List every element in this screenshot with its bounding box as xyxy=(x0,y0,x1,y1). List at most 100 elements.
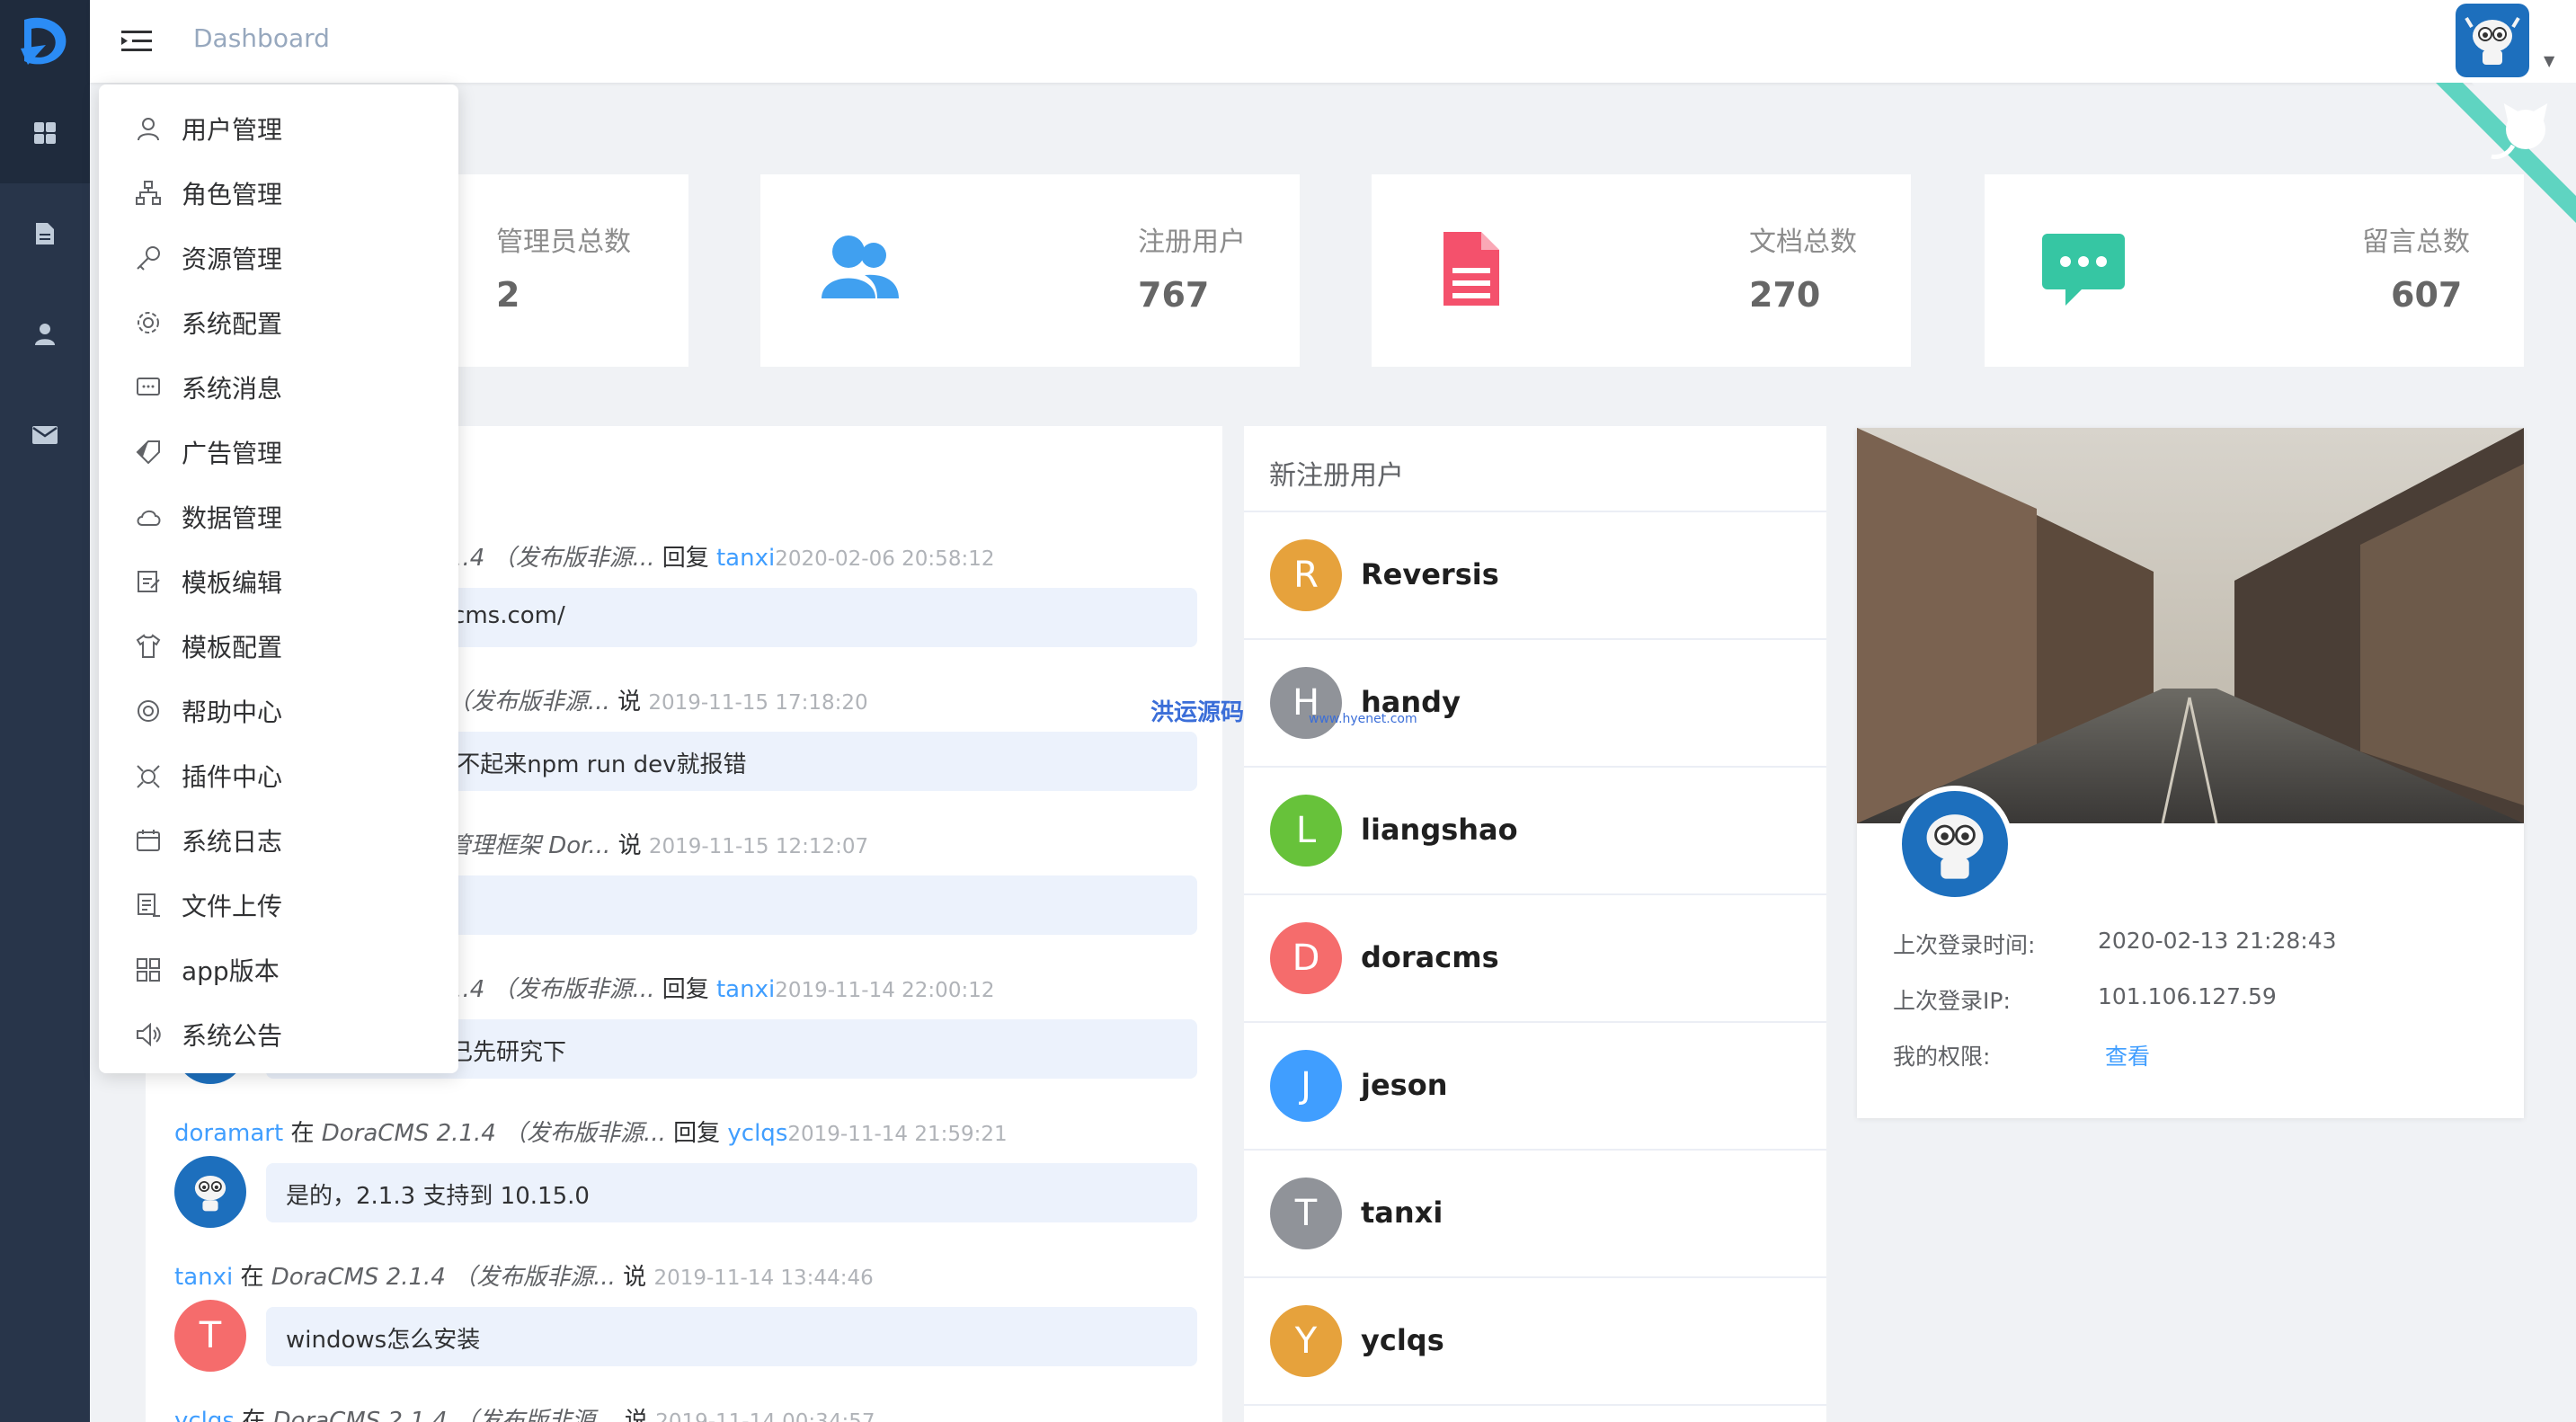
sidebar-item-documents[interactable] xyxy=(0,183,90,284)
user-icon xyxy=(135,115,162,142)
breadcrumb[interactable]: Dashboard xyxy=(193,23,330,53)
user-row[interactable]: Ttanxi xyxy=(1244,1151,1826,1278)
sidebar-item-dashboard[interactable] xyxy=(0,83,90,183)
message-author[interactable]: doramart xyxy=(174,1120,283,1147)
message-action: 说 xyxy=(617,689,642,715)
user-avatar: Y xyxy=(1270,1305,1342,1377)
user-row[interactable]: Jjeson xyxy=(1244,1023,1826,1151)
menu-item[interactable]: 帮助中心 xyxy=(99,679,458,743)
message-title[interactable]: DoraCMS 2.1.4 （发布版非源... xyxy=(271,1264,616,1291)
menu-item[interactable]: 用户管理 xyxy=(99,96,458,161)
document-icon xyxy=(36,223,54,244)
menu-item[interactable]: 数据管理 xyxy=(99,484,458,549)
menu-toggle-button[interactable] xyxy=(117,22,156,61)
message-action: 说 xyxy=(624,1408,648,1422)
message-meta: doramart 在 DoraCMS 2.1.4 （发布版非源... 回复 yc… xyxy=(174,1115,1199,1148)
menu-item[interactable]: 系统配置 xyxy=(99,290,458,355)
app-logo[interactable] xyxy=(0,0,90,83)
sidebar-item-messages[interactable] xyxy=(0,385,90,485)
menu-item-label: 广告管理 xyxy=(182,439,283,468)
menu-fold-icon xyxy=(121,31,152,51)
menu-item[interactable]: 系统公告 xyxy=(99,1002,458,1067)
document-icon xyxy=(1443,232,1499,306)
message-time: 2019-11-14 21:59:21 xyxy=(787,1123,1008,1146)
message-title[interactable]: 管理框架 Dor... xyxy=(448,832,610,859)
message-time: 2019-11-15 12:12:07 xyxy=(648,835,869,858)
user-row[interactable]: Lliangshao xyxy=(1244,768,1826,895)
user-avatar: D xyxy=(1270,922,1342,994)
logo-icon xyxy=(21,17,67,65)
watermark: 洪运源码 xyxy=(1150,699,1245,726)
view-permission-link[interactable]: 查看 xyxy=(2105,1039,2150,1071)
top-header: Dashboard ▼ xyxy=(90,0,2576,83)
menu-item-label: app版本 xyxy=(182,956,280,986)
stat-value: 270 xyxy=(1749,275,1821,315)
user-name[interactable]: tanxi xyxy=(1361,1195,1443,1230)
stat-value: 767 xyxy=(1138,275,1210,315)
user-name[interactable]: liangshao xyxy=(1361,813,1518,847)
menu-item[interactable]: 广告管理 xyxy=(99,420,458,484)
user-row[interactable]: Hhandy xyxy=(1244,640,1826,768)
user-name[interactable]: yclqs xyxy=(1361,1323,1444,1357)
message-title[interactable]: 1.4 （发布版非源... xyxy=(448,545,654,572)
message-icon xyxy=(135,374,162,401)
watermark-sub: www.hyenet.com xyxy=(1309,712,1417,726)
message-target[interactable]: tanxi xyxy=(716,545,775,572)
menu-item[interactable]: 模板编辑 xyxy=(99,549,458,614)
user-row[interactable]: Yyclqs xyxy=(1244,1278,1826,1406)
message-target[interactable]: yclqs xyxy=(727,1120,787,1147)
message-bubble: windows怎么安装 xyxy=(266,1307,1197,1366)
stat-title: 留言总数 xyxy=(2362,227,2470,258)
calendar-icon xyxy=(135,827,162,854)
message-author[interactable]: tanxi xyxy=(174,1264,233,1291)
message-title[interactable]: DoraCMS 2.1.4 （发布版非源... xyxy=(273,1408,617,1422)
message-item: tanxi 在 DoraCMS 2.1.4 （发布版非源... 说 2019-1… xyxy=(174,1258,1199,1372)
menu-item[interactable]: 角色管理 xyxy=(99,161,458,226)
user-avatar: T xyxy=(1270,1178,1342,1249)
message-title[interactable]: DoraCMS 2.1.4 （发布版非源... xyxy=(322,1120,666,1147)
last-login-ip-label: 上次登录IP: xyxy=(1893,988,2011,1014)
menu-item[interactable]: app版本 xyxy=(99,938,458,1002)
profile-avatar xyxy=(1896,786,2013,902)
menu-item-label: 系统公告 xyxy=(182,1021,283,1051)
robot-avatar-icon xyxy=(1926,814,1984,879)
menu-item[interactable]: 系统日志 xyxy=(99,808,458,873)
user-row[interactable]: R Reversis xyxy=(1244,512,1826,640)
message-action: 回复 xyxy=(673,1120,721,1147)
message-target[interactable]: tanxi xyxy=(716,976,775,1003)
menu-item[interactable]: 插件中心 xyxy=(99,743,458,808)
message-in: 在 xyxy=(290,1120,315,1147)
stat-card-comments: 留言总数 607 xyxy=(1985,174,2524,367)
avatar: T xyxy=(174,1300,246,1372)
menu-item-label: 数据管理 xyxy=(182,503,283,533)
menu-item-label: 模板编辑 xyxy=(182,568,283,598)
menu-item[interactable]: 系统消息 xyxy=(99,355,458,420)
menu-item[interactable]: 模板配置 xyxy=(99,614,458,679)
menu-item-label: 模板配置 xyxy=(182,633,283,662)
sidebar-item-users[interactable] xyxy=(0,284,90,385)
user-name[interactable]: jeson xyxy=(1361,1068,1447,1102)
message-title[interactable]: （发布版非源... xyxy=(448,689,610,715)
avatar xyxy=(174,1156,246,1228)
message-time: 2020-02-06 20:58:12 xyxy=(775,547,995,571)
menu-item-label: 系统配置 xyxy=(182,309,283,339)
message-title[interactable]: 1.4 （发布版非源... xyxy=(448,976,654,1003)
menu-item-label: 角色管理 xyxy=(182,180,283,209)
caret-down-icon[interactable]: ▼ xyxy=(2544,52,2554,69)
menu-item[interactable]: 文件上传 xyxy=(99,873,458,938)
new-users-panel: 新注册用户 R Reversis Hhandy Lliangshao Ddoracms J… xyxy=(1244,426,1826,1422)
message-in: 在 xyxy=(242,1408,266,1422)
message-bubble: 是的，2.1.3 支持到 10.15.0 xyxy=(266,1163,1197,1222)
message-author[interactable]: yclqs xyxy=(174,1408,235,1422)
user-icon xyxy=(35,324,55,345)
user-name[interactable]: doracms xyxy=(1361,940,1499,974)
user-row[interactable]: Ddoracms xyxy=(1244,895,1826,1023)
user-avatar[interactable] xyxy=(2456,4,2529,77)
key-icon xyxy=(135,244,162,271)
user-name[interactable]: Reversis xyxy=(1361,557,1499,591)
message-time: 2019-11-15 17:18:20 xyxy=(648,691,868,715)
menu-item[interactable]: 资源管理 xyxy=(99,226,458,290)
user-avatar: L xyxy=(1270,795,1342,867)
chat-icon xyxy=(2042,234,2125,306)
edit-icon xyxy=(135,568,162,595)
